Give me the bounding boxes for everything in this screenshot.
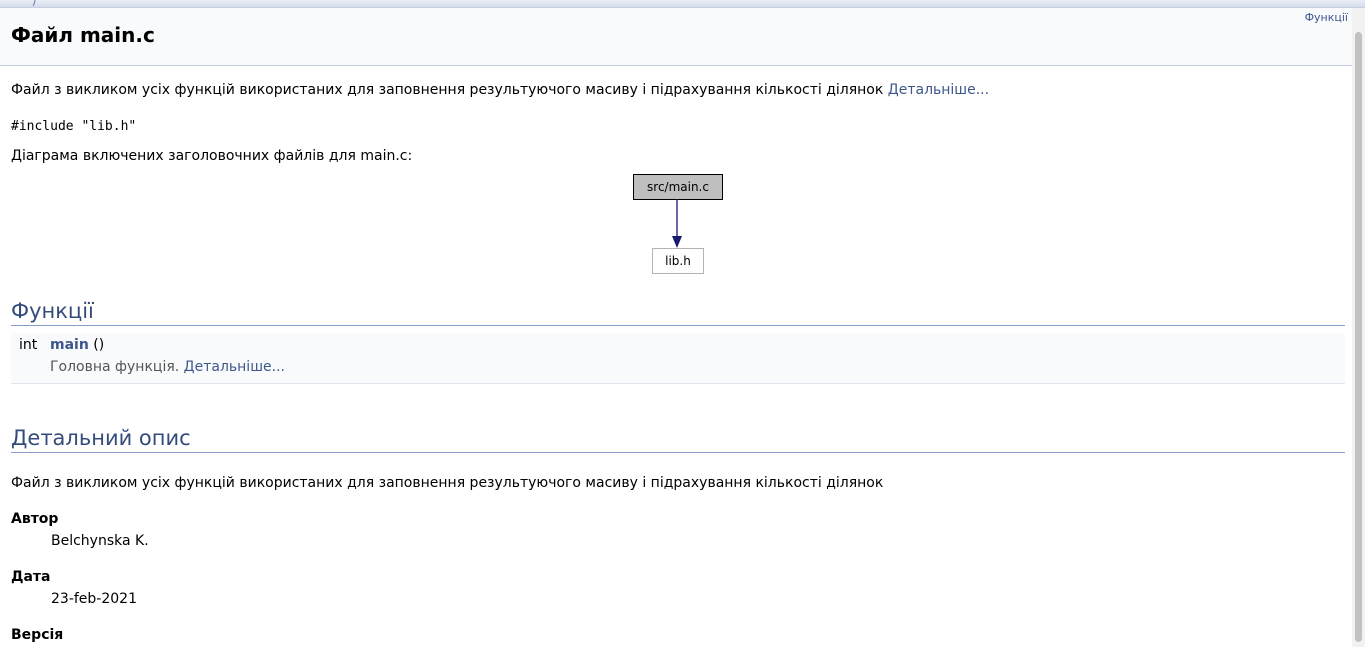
function-params: () (93, 337, 105, 353)
date-value: 23-feb-2021 (51, 591, 137, 607)
brief-more-link[interactable]: Детальніше... (888, 82, 989, 98)
function-brief-text: Головна функція. (50, 359, 180, 375)
include-line: #include "lib.h" (11, 119, 137, 134)
function-more-link[interactable]: Детальніше... (184, 359, 285, 375)
page-title: Файл main.c (11, 23, 155, 47)
function-row: int main () Головна функція. Детальніше.… (11, 333, 1345, 384)
function-signature: main () (50, 337, 104, 353)
version-label: Версія (11, 627, 64, 643)
nav-path-separator: / (33, 0, 37, 8)
graph-edge-arrow (672, 199, 682, 248)
function-return-type: int (19, 337, 38, 353)
page-header: Функції Файл main.c (0, 8, 1352, 66)
nav-path-bar: / (0, 0, 1365, 8)
author-value: Belchynska K. (51, 533, 149, 549)
include-graph-caption: Діаграма включених заголовочних файлів д… (11, 148, 413, 164)
functions-heading: Функції (11, 299, 1345, 326)
summary-link-functions[interactable]: Функції (1305, 11, 1348, 24)
function-brief: Головна функція. Детальніше... (50, 359, 285, 375)
brief-description: Файл з викликом усіх функцій використани… (11, 82, 989, 98)
details-heading: Детальний опис (11, 426, 1345, 453)
author-label: Автор (11, 511, 59, 527)
vertical-scrollbar[interactable] (1352, 8, 1365, 647)
scrollbar-thumb[interactable] (1355, 32, 1362, 642)
date-label: Дата (11, 569, 51, 585)
function-main-link[interactable]: main (50, 337, 89, 353)
details-text: Файл з викликом усіх функцій використани… (11, 475, 884, 491)
brief-text: Файл з викликом усіх функцій використани… (11, 82, 884, 98)
graph-node-lib[interactable]: lib.h (652, 248, 704, 274)
